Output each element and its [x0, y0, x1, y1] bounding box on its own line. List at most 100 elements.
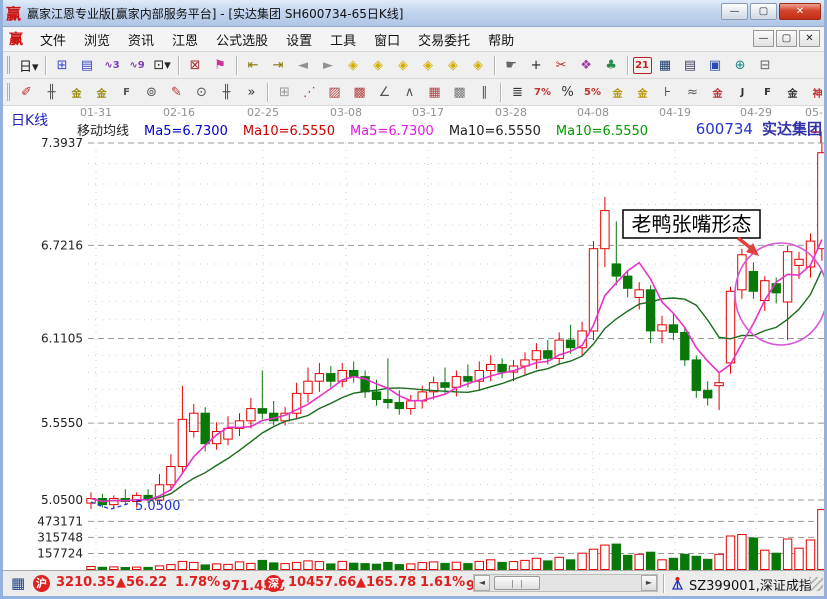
calculator-button[interactable]: ▦: [654, 55, 677, 76]
nav-first-button[interactable]: ⇤: [242, 55, 265, 76]
menu-item-2[interactable]: 资讯: [119, 32, 163, 51]
angle-f-button[interactable]: F: [756, 82, 779, 103]
window-minimize-button[interactable]: —: [721, 3, 748, 20]
scroll-left-arrow-icon[interactable]: ◄: [474, 575, 490, 591]
zoom-expand-button[interactable]: ◈: [392, 55, 415, 76]
menu-item-3[interactable]: 江恩: [163, 32, 207, 51]
cycle-tool-button[interactable]: ♣: [600, 55, 623, 76]
window-layout-button[interactable]: ⊞: [51, 55, 74, 76]
angle-shen-button[interactable]: 神: [806, 82, 824, 103]
antenna-icon: [671, 576, 684, 595]
grid-fill-button[interactable]: ▩: [448, 82, 471, 103]
window-close-button[interactable]: ✕: [779, 3, 821, 20]
region-select-button[interactable]: ⊠: [184, 55, 207, 76]
menu-item-8[interactable]: 交易委托: [409, 32, 479, 51]
child-restore-button[interactable]: ▢: [776, 30, 797, 47]
color-flag-button[interactable]: ⚑: [209, 55, 232, 76]
horizontal-scrollbar[interactable]: ◄ ►: [473, 574, 658, 592]
nav-next-button[interactable]: ►: [317, 55, 340, 76]
ladder-tool-button[interactable]: ≣: [506, 82, 529, 103]
window-maximize-button[interactable]: ▢: [750, 3, 777, 20]
wave-fit-button[interactable]: ≈: [681, 82, 704, 103]
angle-j-button[interactable]: J: [731, 82, 754, 103]
calendar-21-button[interactable]: 21: [633, 57, 652, 74]
gold-ratio-1-button[interactable]: 金: [65, 82, 88, 103]
nav-last-button[interactable]: ⇥: [267, 55, 290, 76]
gold-ratio-2-button[interactable]: 金: [90, 82, 113, 103]
child-minimize-button[interactable]: —: [753, 30, 774, 47]
candle-pen-button[interactable]: ⊦: [656, 82, 679, 103]
menu-item-0[interactable]: 文件: [31, 32, 75, 51]
grid-dense-button[interactable]: ▦: [423, 82, 446, 103]
zoom-right-button[interactable]: ◈: [367, 55, 390, 76]
toolbar-separator: [178, 56, 180, 75]
toolbar-grip[interactable]: [7, 56, 12, 74]
fan-lines-button[interactable]: ⋰: [298, 82, 321, 103]
candle-style-button[interactable]: ⊡▾: [151, 55, 174, 76]
price-grid-button[interactable]: ╫: [215, 82, 238, 103]
zoom-fit-button[interactable]: ◈: [442, 55, 465, 76]
pct-5-button[interactable]: 5%: [581, 82, 604, 103]
wave-count-9-button[interactable]: ∿9: [126, 55, 149, 76]
notepad-button[interactable]: ▤: [679, 55, 702, 76]
frame-tool-button[interactable]: ⊞: [273, 82, 296, 103]
child-close-button[interactable]: ✕: [799, 30, 820, 47]
pct-button[interactable]: %: [556, 82, 579, 103]
zoom-full-button[interactable]: ◈: [467, 55, 490, 76]
svg-text:315748: 315748: [37, 530, 83, 544]
fib-f-button[interactable]: F: [115, 82, 138, 103]
quote-list-button[interactable]: ▤: [76, 55, 99, 76]
resize-grip[interactable]: [809, 577, 823, 591]
app-logo-icon: 赢: [6, 3, 21, 24]
svg-text:老鸭张嘴形态: 老鸭张嘴形态: [632, 212, 752, 236]
draw-arrow-button[interactable]: ✐: [15, 82, 38, 103]
title-bar[interactable]: 赢 赢家江恩专业版[赢家内部服务平台] - [实达集团 SH600734-65日…: [0, 0, 827, 27]
kline-period-button[interactable]: 日▾: [17, 55, 41, 76]
crosshair-button[interactable]: +: [525, 55, 548, 76]
menu-item-4[interactable]: 公式选股: [207, 32, 277, 51]
ma-readout-2: Ma5=6.7300: [350, 124, 434, 139]
menu-bar: 赢 文件浏览资讯江恩公式选股设置工具窗口交易委托帮助 — ▢ ✕: [3, 27, 824, 52]
svg-text:5.0500: 5.0500: [135, 499, 181, 514]
time-circle-button[interactable]: ⊙: [190, 82, 213, 103]
menu-item-5[interactable]: 设置: [277, 32, 321, 51]
ma-readout-row: 移动均线Ma5=6.7300Ma10=6.5550Ma5=6.7300Ma10=…: [77, 120, 663, 139]
scroll-thumb[interactable]: [494, 576, 540, 590]
menu-item-7[interactable]: 窗口: [365, 32, 409, 51]
wave-count-3-button[interactable]: ∿3: [101, 55, 124, 76]
kline-chart[interactable]: 7.39376.72166.11055.55505.05004731713157…: [3, 106, 827, 570]
nav-prev-button[interactable]: ◄: [292, 55, 315, 76]
parallel-lines-button[interactable]: ∥: [473, 82, 496, 103]
gann-grid-button[interactable]: ╫: [40, 82, 63, 103]
selected-index-label[interactable]: SZ399001,深证成指: [689, 575, 812, 594]
gann-tool-button[interactable]: ❖: [575, 55, 598, 76]
gold-angle-button[interactable]: 金: [706, 82, 729, 103]
gold-circle-button[interactable]: 金: [606, 82, 629, 103]
web-globe-button[interactable]: ⊕: [729, 55, 752, 76]
measure-button[interactable]: ✂: [550, 55, 573, 76]
box-rays-button[interactable]: ▩: [348, 82, 371, 103]
toolbar-grip[interactable]: [7, 83, 10, 101]
pct-7-button[interactable]: 7%: [531, 82, 554, 103]
draw-line-button[interactable]: ✎: [165, 82, 188, 103]
pan-hand-button[interactable]: ☛: [500, 55, 523, 76]
menu-item-6[interactable]: 工具: [321, 32, 365, 51]
spiral-button[interactable]: ⊚: [140, 82, 163, 103]
more-tools-button[interactable]: »: [240, 82, 263, 103]
print-button[interactable]: ⊟: [754, 55, 777, 76]
gold-line-button[interactable]: 金: [631, 82, 654, 103]
menu-item-1[interactable]: 浏览: [75, 32, 119, 51]
zoom-compress-button[interactable]: ◈: [417, 55, 440, 76]
box-fan-button[interactable]: ▨: [323, 82, 346, 103]
save-disk-button[interactable]: ▣: [704, 55, 727, 76]
trend-line-button[interactable]: ∧: [398, 82, 421, 103]
angle-line-button[interactable]: ∠: [373, 82, 396, 103]
svg-text:04-08: 04-08: [577, 106, 609, 119]
board-icon[interactable]: ▦: [11, 574, 25, 592]
scroll-right-arrow-icon[interactable]: ►: [641, 575, 657, 591]
menu-item-9[interactable]: 帮助: [479, 32, 523, 51]
angle-gold-button[interactable]: 金: [781, 82, 804, 103]
zoom-left-button[interactable]: ◈: [342, 55, 365, 76]
ma-readout-3: Ma10=6.5550: [449, 124, 541, 139]
window-title: 赢家江恩专业版[赢家内部服务平台] - [实达集团 SH600734-65日K线…: [27, 5, 403, 22]
